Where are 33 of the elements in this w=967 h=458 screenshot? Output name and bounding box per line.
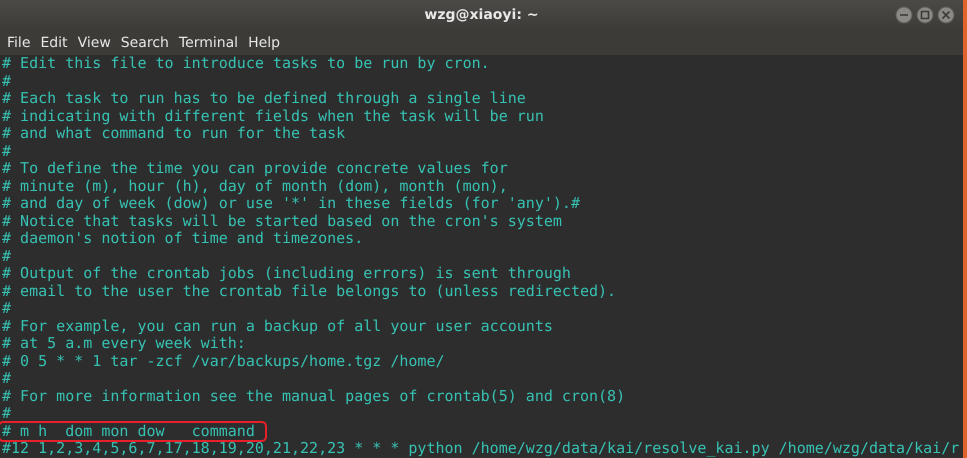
terminal-line: #	[1, 142, 12, 160]
terminal-line: #	[1, 370, 12, 388]
close-icon[interactable]	[937, 6, 955, 24]
terminal-line: # 0 5 * * 1 tar -zcf /var/backups/home.tgz /home/	[1, 352, 446, 370]
terminal-line: # indicating with different fields when the task will be run	[1, 108, 545, 125]
highlighted-terminal-line: # m h dom mon dow command	[0, 422, 265, 440]
terminal-line: # email to the user the crontab file belongs to (unless redirected).	[1, 282, 618, 300]
menu-item[interactable]: Search	[116, 34, 174, 50]
terminal-line: #12 1,2,3,4,5,6,7,17,18,19,20,21,22,23 * * * python /home/wzg/data/kai/resolve_kai.py /home/wzg/data/kai/r	[1, 440, 960, 458]
terminal-line: # Output of the crontab jobs (including errors) is sent through	[1, 265, 572, 282]
terminal-line: # Edit this file to introduce tasks to be run by cron.	[1, 55, 491, 72]
terminal-line: # For more information see the manual pages of crontab(5) and cron(8)	[1, 388, 626, 405]
terminal-line: #	[1, 300, 12, 318]
terminal-line: # Notice that tasks will be started based on the cron's system	[1, 212, 563, 230]
menu-item[interactable]: Help	[243, 34, 285, 50]
terminal-line: # daemon's notion of time and timezones.	[1, 230, 364, 248]
minimize-icon[interactable]	[895, 6, 913, 24]
menu-item[interactable]: View	[72, 34, 116, 50]
maximize-icon[interactable]	[916, 6, 934, 24]
terminal-line: # Each task to run has to be defined through a single line	[1, 90, 527, 108]
terminal-line: #	[1, 248, 12, 265]
terminal-line: #	[1, 72, 12, 90]
terminal-line: # and day of week (dow) or use '*' in these fields (for 'any').#	[1, 195, 581, 212]
terminal-line: #	[1, 405, 12, 422]
terminal-line: # and what command to run for the task	[1, 125, 346, 142]
terminal-line: # at 5 a.m every week with:	[1, 335, 247, 352]
menu-item[interactable]: Edit	[35, 34, 73, 50]
menu-item[interactable]: Terminal	[174, 34, 244, 50]
terminal-line: # minute (m), hour (h), day of month (dom), month (mon),	[1, 178, 509, 195]
terminal-line: # To define the time you can provide concrete values for	[1, 160, 509, 178]
window-title: wzg@xiaoyi: ~	[424, 7, 539, 23]
terminal-line: # For example, you can run a backup of all your user accounts	[1, 318, 554, 335]
menu-item[interactable]: File	[2, 34, 36, 50]
